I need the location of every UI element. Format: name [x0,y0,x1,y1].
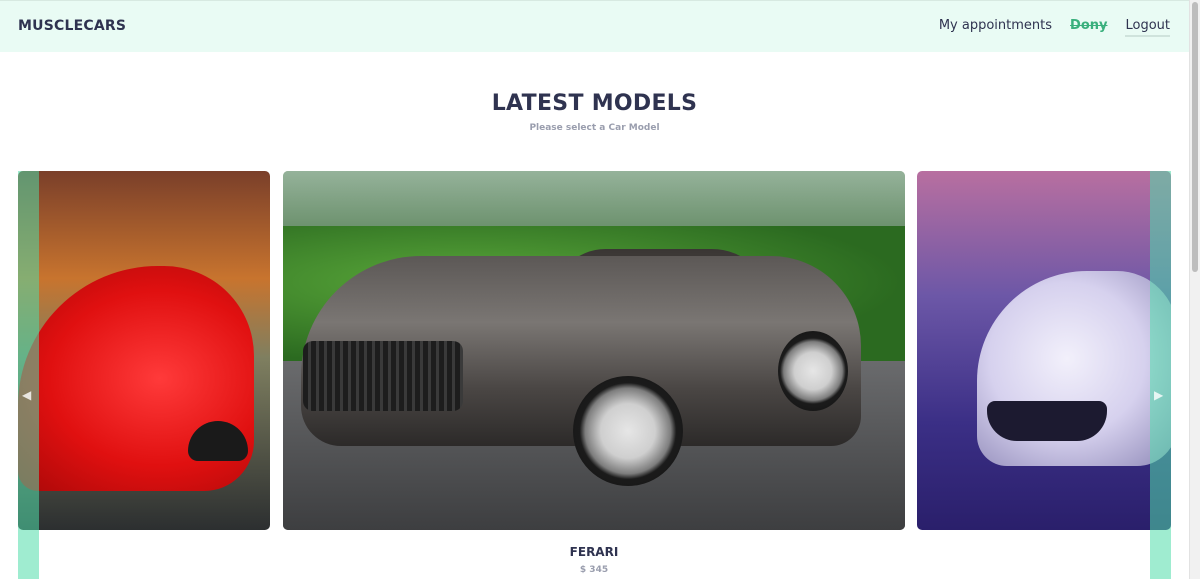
carousel-card-previous[interactable] [18,171,270,530]
scrollbar-thumb[interactable] [1192,2,1198,272]
page-scrollbar[interactable] [1189,0,1200,579]
car-front-wheel [573,376,683,486]
nav-link-user[interactable]: Dony [1070,18,1107,37]
active-car-name: FERARI [569,545,619,559]
nav-link-logout[interactable]: Logout [1125,18,1170,37]
background-sky [283,171,905,231]
top-navbar: MUSCLECARS My appointments Dony Logout [0,0,1189,52]
page-title: LATEST MODELS [491,91,698,116]
brand-logo[interactable]: MUSCLECARS [18,18,126,34]
carousel-card-next[interactable] [917,171,1171,530]
page-subtitle: Please select a Car Model [529,123,660,133]
carousel-prev-control[interactable] [18,171,39,579]
nav-links: My appointments Dony Logout [939,18,1170,37]
nav-link-my-appointments[interactable]: My appointments [939,18,1052,37]
car-vent-shape [987,401,1107,441]
active-car-price: $ 345 [579,565,609,575]
chevron-right-icon[interactable]: ▶ [1154,388,1163,402]
car-rear-wheel [778,331,848,411]
car-grill-shape [303,341,463,411]
carousel-card-active[interactable] [283,171,905,530]
carousel-next-control[interactable] [1150,171,1171,579]
chevron-left-icon[interactable]: ◀ [22,388,31,402]
